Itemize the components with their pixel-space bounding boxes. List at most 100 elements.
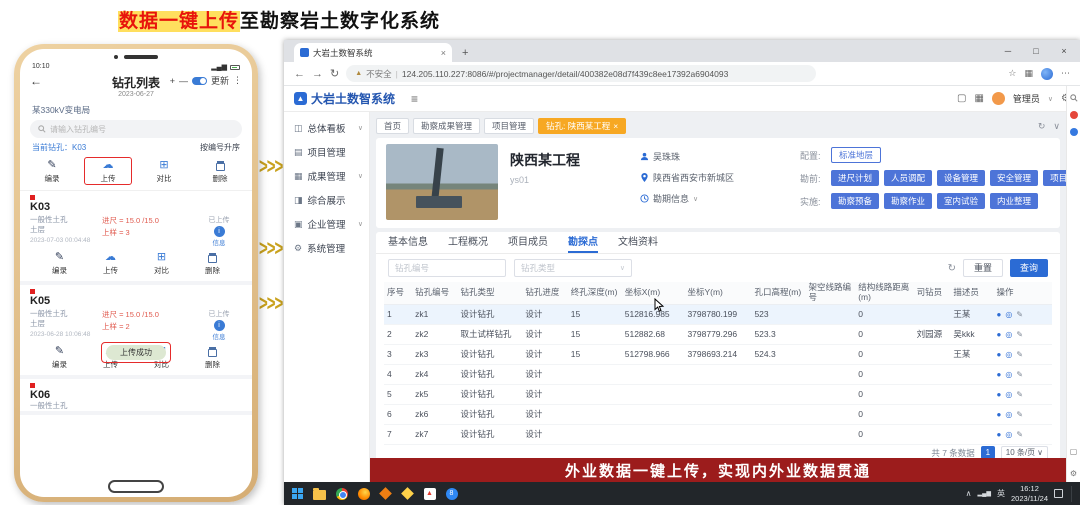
file-explorer-icon[interactable] xyxy=(312,486,327,501)
close-icon[interactable]: × xyxy=(1050,40,1078,62)
update-button[interactable]: 更新 xyxy=(211,74,229,87)
table-row[interactable]: 2zk2取土试样钻孔设计15512882.683798779.296523.30… xyxy=(384,324,1052,344)
phone-action-edit[interactable]: 编录 xyxy=(34,251,85,276)
sidebar-item-dashboard[interactable]: ◫总体看板∨ xyxy=(284,116,369,140)
show-desktop-button[interactable] xyxy=(1071,486,1074,502)
chevron-up-icon[interactable]: ∧ xyxy=(966,489,972,498)
project-action-button[interactable]: 标准地层 xyxy=(831,147,881,163)
table-row[interactable]: 6zk6设计钻孔设计0●◎✎ xyxy=(384,404,1052,424)
tab-工程概况[interactable]: 工程概况 xyxy=(448,232,488,253)
refresh-icon[interactable]: ↻ xyxy=(1038,121,1046,132)
detail-icon[interactable]: ◎ xyxy=(1005,370,1012,379)
maximize-icon[interactable]: □ xyxy=(1022,40,1050,62)
tab-文档资料[interactable]: 文档资料 xyxy=(618,232,658,253)
table-row[interactable]: 5zk5设计钻孔设计0●◎✎ xyxy=(384,384,1052,404)
sidebar-item-project[interactable]: ▤项目管理 xyxy=(284,140,369,164)
photos-app-icon[interactable]: ▲ xyxy=(422,486,437,501)
sidebar-item-system[interactable]: ⚙系统管理 xyxy=(284,236,369,260)
locate-icon[interactable]: ● xyxy=(997,350,1002,359)
hole-card[interactable]: K06一般性土孔 xyxy=(20,379,252,415)
url-bar[interactable]: ▲ 不安全 | 124.205.110.227:8086/#/projectma… xyxy=(346,65,816,82)
info-badge-icon[interactable]: i xyxy=(214,226,225,237)
notifications-icon[interactable] xyxy=(1054,489,1063,498)
chevron-down-icon[interactable]: ∨ xyxy=(1048,95,1053,103)
edit-icon[interactable]: ✎ xyxy=(1016,410,1023,419)
detail-icon[interactable]: ◎ xyxy=(1005,330,1012,339)
start-icon[interactable] xyxy=(290,486,305,501)
reset-button[interactable]: 重置 xyxy=(963,259,1003,277)
avatar[interactable] xyxy=(992,92,1005,105)
phone-action-edit[interactable]: 编录 xyxy=(34,345,85,370)
phone-action-compare[interactable]: 对比 xyxy=(136,159,192,184)
hole-type-select[interactable]: 钻孔类型∨ xyxy=(514,259,632,277)
detail-icon[interactable]: ◎ xyxy=(1005,410,1012,419)
close-icon[interactable]: × xyxy=(613,119,618,133)
search-icon[interactable] xyxy=(1070,94,1078,102)
toggle-switch[interactable] xyxy=(192,77,207,85)
sidebar-item-display[interactable]: ◨综合展示 xyxy=(284,188,369,212)
menu-collapse-icon[interactable]: ≡ xyxy=(411,92,418,106)
home-button[interactable] xyxy=(108,480,164,493)
hole-number-input[interactable]: 钻孔编号 xyxy=(388,259,506,277)
detail-icon[interactable]: ◎ xyxy=(1005,390,1012,399)
project-action-button[interactable]: 室内试验 xyxy=(937,193,985,209)
phone-action-delete[interactable]: 删除 xyxy=(192,159,248,184)
table-row[interactable]: 1zk1设计钻孔设计15512816.9853798780.1995230王某●… xyxy=(384,304,1052,324)
project-action-button[interactable]: 勘察预备 xyxy=(831,193,879,209)
tab-基本信息[interactable]: 基本信息 xyxy=(388,232,428,253)
project-action-button[interactable]: 人员调配 xyxy=(884,170,932,186)
chrome-icon[interactable] xyxy=(334,486,349,501)
project-action-button[interactable]: 进尺计划 xyxy=(831,170,879,186)
forward-icon[interactable]: → xyxy=(312,68,323,80)
detail-icon[interactable]: ◎ xyxy=(1005,430,1012,439)
phone-action-compare[interactable]: 对比 xyxy=(136,251,187,276)
network-icon[interactable]: ▂▄▆ xyxy=(978,490,991,497)
hole-card[interactable]: K05一般性土孔土层2023-06-28 10:06:48进尺 = 15.0 /… xyxy=(20,285,252,379)
fullscreen-icon[interactable]: ▦ xyxy=(974,93,983,104)
edit-icon[interactable]: ✎ xyxy=(1016,370,1023,379)
locate-icon[interactable]: ● xyxy=(997,410,1002,419)
project-schedule-link[interactable]: 勘期信息 xyxy=(653,192,689,205)
layout-icon[interactable]: ▢ xyxy=(957,93,966,104)
table-row[interactable]: 4zk4设计钻孔设计0●◎✎ xyxy=(384,364,1052,384)
add-icon[interactable]: + xyxy=(170,76,175,86)
project-action-button[interactable]: 勘察作业 xyxy=(884,193,932,209)
tab-勘探点[interactable]: 勘探点 xyxy=(568,232,598,253)
edit-icon[interactable]: ✎ xyxy=(1016,390,1023,399)
star-icon[interactable]: ☆ xyxy=(1008,68,1016,79)
locate-icon[interactable]: ● xyxy=(997,370,1002,379)
table-row[interactable]: 7zk7设计钻孔设计0●◎✎ xyxy=(384,424,1052,444)
detail-icon[interactable]: ◎ xyxy=(1005,310,1012,319)
hole-card[interactable]: K03一般性土孔土层2023-07-03 00:04:48进尺 = 15.0 /… xyxy=(20,191,252,285)
more-icon[interactable]: ⋯ xyxy=(1061,68,1070,79)
browser-tab[interactable]: 大岩土数智系统 × xyxy=(294,43,452,62)
project-action-button[interactable]: 项目归档 xyxy=(1043,170,1066,186)
warning-app-icon[interactable] xyxy=(400,486,415,501)
sort-order-button[interactable]: 按编号升序 xyxy=(200,142,240,153)
locate-icon[interactable]: ● xyxy=(997,390,1002,399)
refresh-icon[interactable]: ↻ xyxy=(330,67,339,80)
search-input[interactable]: 请输入钻孔编号 xyxy=(30,120,242,138)
chat-app-icon[interactable]: 8 xyxy=(444,486,459,501)
detail-icon[interactable]: ◎ xyxy=(1005,350,1012,359)
language-indicator[interactable]: 英 xyxy=(997,488,1005,499)
phone-action-upload[interactable]: 上传 xyxy=(85,251,136,276)
edit-icon[interactable]: ✎ xyxy=(1016,310,1023,319)
minus-icon[interactable]: — xyxy=(179,76,188,86)
breadcrumb-tab[interactable]: 勘察成果管理 xyxy=(413,118,480,134)
table-row[interactable]: 3zk3设计钻孔设计15512798.9663798693.214524.30王… xyxy=(384,344,1052,364)
project-action-button[interactable]: 内业整理 xyxy=(990,193,1038,209)
tools-icon[interactable]: ▢ xyxy=(1070,447,1078,456)
project-action-button[interactable]: 设备管理 xyxy=(937,170,985,186)
new-tab-button[interactable]: + xyxy=(462,47,468,59)
minimize-icon[interactable]: ─ xyxy=(994,40,1022,62)
locate-icon[interactable]: ● xyxy=(997,330,1002,339)
info-badge-icon[interactable]: i xyxy=(214,320,225,331)
security-app-icon[interactable] xyxy=(378,486,393,501)
breadcrumb-tab[interactable]: 钻孔: 陕西某工程× xyxy=(538,118,626,134)
collections-icon[interactable] xyxy=(1070,128,1078,136)
favorites-icon[interactable] xyxy=(1070,111,1078,119)
edit-icon[interactable]: ✎ xyxy=(1016,350,1023,359)
phone-action-delete[interactable]: 删除 xyxy=(187,251,238,276)
firefox-icon[interactable] xyxy=(356,486,371,501)
